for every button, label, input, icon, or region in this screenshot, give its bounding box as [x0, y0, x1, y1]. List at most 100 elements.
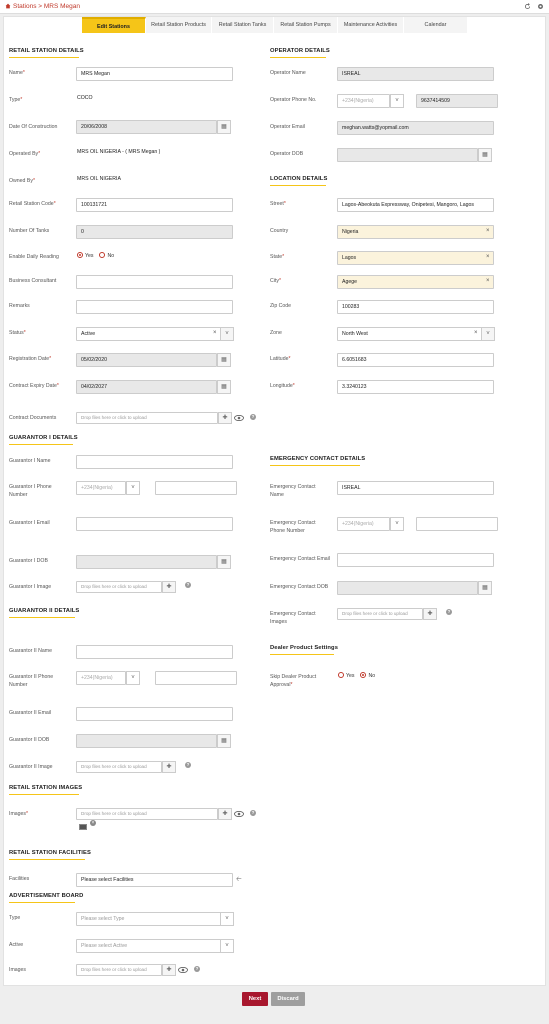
- calendar-icon[interactable]: ▦: [217, 555, 231, 569]
- radio-no[interactable]: [360, 672, 367, 678]
- section-dealer-title: Dealer Product Settings: [270, 645, 339, 651]
- radio-yes[interactable]: [77, 252, 83, 258]
- calendar-icon[interactable]: ▦: [217, 353, 231, 367]
- ec-email-input[interactable]: [337, 553, 494, 567]
- consultant-input[interactable]: [76, 275, 233, 289]
- adv-active-select[interactable]: Please select Active: [76, 939, 221, 953]
- settings-icon[interactable]: [537, 3, 544, 10]
- clear-icon[interactable]: ×: [213, 330, 217, 336]
- g2-phone-input[interactable]: [155, 671, 237, 685]
- reg-date-input[interactable]: 05/02/2020: [76, 353, 217, 367]
- zip-input[interactable]: 100283: [337, 300, 494, 314]
- refresh-icon[interactable]: [524, 3, 531, 10]
- add-icon[interactable]: ✚: [162, 964, 176, 976]
- images-upload[interactable]: Drop files here or click to upload: [76, 808, 218, 820]
- help-icon[interactable]: ?: [250, 810, 256, 816]
- eye-icon[interactable]: [178, 967, 188, 973]
- next-button[interactable]: Next: [242, 992, 268, 1006]
- g2-phone-code[interactable]: +234(Nigeria): [76, 671, 126, 685]
- g2-dob-input[interactable]: [76, 734, 217, 748]
- tab-maintenance[interactable]: Maintenance Activities: [338, 17, 404, 33]
- g1-phone-code[interactable]: +234(Nigeria): [76, 481, 126, 495]
- g2-name-input[interactable]: [76, 645, 233, 659]
- station-code-input[interactable]: 100131721: [76, 198, 233, 212]
- tab-calendar[interactable]: Calendar: [404, 17, 468, 33]
- calendar-icon[interactable]: ▦: [217, 120, 231, 134]
- chevron-down-icon[interactable]: ˅: [126, 671, 140, 685]
- tab-products[interactable]: Retail Station Products: [146, 17, 212, 33]
- section-guarantor2-title: GUARANTOR II DETAILS: [9, 608, 80, 614]
- discard-button[interactable]: Discard: [271, 992, 305, 1006]
- chevron-down-icon[interactable]: ˅: [220, 327, 234, 341]
- add-icon[interactable]: ✚: [218, 412, 232, 424]
- help-icon[interactable]: ?: [185, 582, 191, 588]
- op-phone-code[interactable]: +234(Nigeria): [337, 94, 390, 108]
- radio-yes-label: Yes: [85, 253, 94, 259]
- radio-yes[interactable]: [338, 672, 344, 678]
- facilities-select[interactable]: Please select Facilities: [76, 873, 233, 887]
- g2-email-input[interactable]: [76, 707, 233, 721]
- calendar-icon[interactable]: ▦: [478, 581, 492, 595]
- help-icon[interactable]: ?: [185, 762, 191, 768]
- calendar-icon[interactable]: ▦: [478, 148, 492, 162]
- tab-tanks[interactable]: Retail Station Tanks: [212, 17, 274, 33]
- street-input[interactable]: Lagos-Abeokuta Expressway, Onipetesi, Ma…: [337, 198, 494, 212]
- chevron-down-icon[interactable]: ˅: [220, 912, 234, 926]
- eye-icon[interactable]: [234, 415, 244, 421]
- remove-icon[interactable]: ×: [90, 820, 96, 826]
- breadcrumb-text[interactable]: Stations > MRS Megan: [13, 3, 80, 10]
- date-construction-input[interactable]: 20/06/2008: [76, 120, 217, 134]
- ec-dob-input[interactable]: [337, 581, 478, 595]
- clear-icon[interactable]: ×: [486, 254, 490, 260]
- remarks-input[interactable]: [76, 300, 233, 314]
- g1-dob-input[interactable]: [76, 555, 217, 569]
- lon-input[interactable]: 3.3240123: [337, 380, 494, 394]
- name-input[interactable]: MRS Megan: [76, 67, 233, 81]
- adv-images-upload[interactable]: Drop files here or click to upload: [76, 964, 162, 976]
- radio-no[interactable]: [99, 252, 106, 258]
- add-icon[interactable]: ✚: [162, 761, 176, 773]
- eye-icon[interactable]: [234, 811, 244, 817]
- adv-type-select[interactable]: Please select Type: [76, 912, 221, 926]
- add-icon[interactable]: ✚: [218, 808, 232, 820]
- image-thumbnail[interactable]: [79, 824, 87, 830]
- ec-phone-input[interactable]: [416, 517, 498, 531]
- help-icon[interactable]: ?: [250, 414, 256, 420]
- docs-upload[interactable]: Drop files here or click to upload: [76, 412, 218, 424]
- g2-image-upload[interactable]: Drop files here or click to upload: [76, 761, 162, 773]
- calendar-icon[interactable]: ▦: [217, 734, 231, 748]
- breadcrumb[interactable]: Stations > MRS Megan: [5, 3, 80, 10]
- chevron-down-icon[interactable]: ˅: [390, 94, 404, 108]
- g1-phone-input[interactable]: [155, 481, 237, 495]
- help-icon[interactable]: ?: [446, 609, 452, 615]
- tab-pumps[interactable]: Retail Station Pumps: [274, 17, 338, 33]
- calendar-icon[interactable]: ▦: [217, 380, 231, 394]
- arrow-left-icon[interactable]: 🡠: [236, 875, 242, 886]
- clear-icon[interactable]: ×: [486, 228, 490, 234]
- add-icon[interactable]: ✚: [162, 581, 176, 593]
- status-select[interactable]: Active: [76, 327, 221, 341]
- add-icon[interactable]: ✚: [423, 608, 437, 620]
- g1-image-upload[interactable]: Drop files here or click to upload: [76, 581, 162, 593]
- help-icon[interactable]: ?: [194, 966, 200, 972]
- expiry-input[interactable]: 04/02/2027: [76, 380, 217, 394]
- country-select[interactable]: Nigeria: [337, 225, 494, 239]
- section-underline: [9, 794, 79, 795]
- clear-icon[interactable]: ×: [474, 330, 478, 336]
- zone-select[interactable]: North West: [337, 327, 482, 341]
- ec-phone-code[interactable]: +234(Nigeria): [337, 517, 390, 531]
- ec-images-upload[interactable]: Drop files here or click to upload: [337, 608, 423, 620]
- state-select[interactable]: Lagos: [337, 251, 494, 265]
- chevron-down-icon[interactable]: ˅: [126, 481, 140, 495]
- g1-email-input[interactable]: [76, 517, 233, 531]
- ec-name-input[interactable]: ISREAL: [337, 481, 494, 495]
- clear-icon[interactable]: ×: [486, 278, 490, 284]
- city-select[interactable]: Agege: [337, 275, 494, 289]
- chevron-down-icon[interactable]: ˅: [481, 327, 495, 341]
- chevron-down-icon[interactable]: ˅: [220, 939, 234, 953]
- tab-edit-stations[interactable]: Edit Stations: [82, 17, 146, 33]
- chevron-down-icon[interactable]: ˅: [390, 517, 404, 531]
- lat-input[interactable]: 6.6051683: [337, 353, 494, 367]
- g1-name-input[interactable]: [76, 455, 233, 469]
- op-dob-label: Operator DOB: [270, 151, 304, 157]
